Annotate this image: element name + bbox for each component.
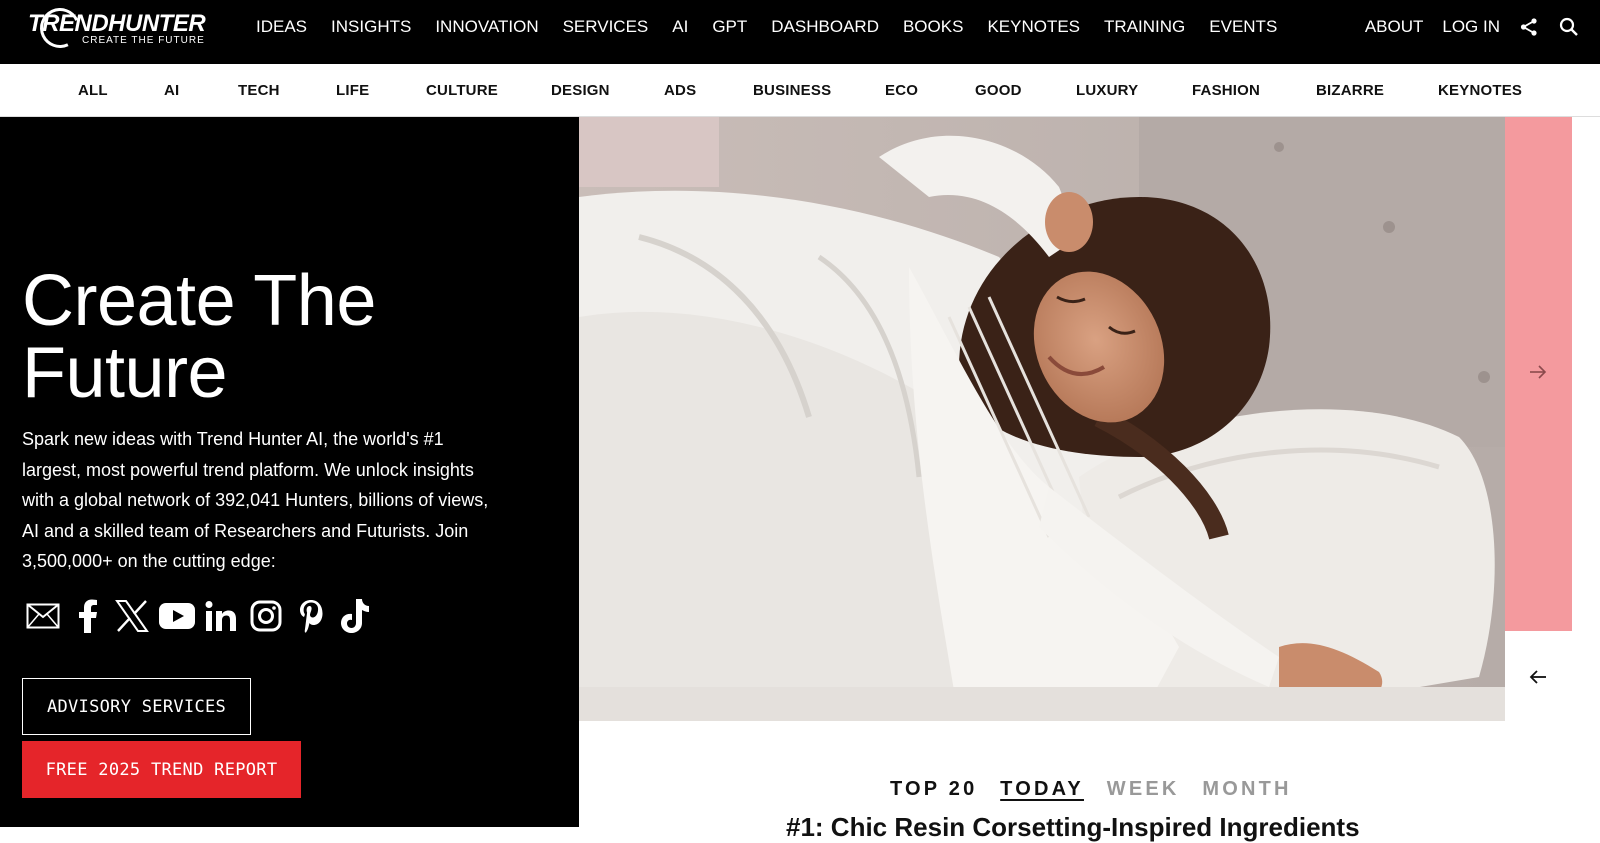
category-good[interactable]: GOOD [975, 82, 1022, 99]
tab-today[interactable]: TODAY [1000, 778, 1084, 800]
category-culture[interactable]: CULTURE [426, 82, 498, 99]
tab-week[interactable]: WEEK [1107, 778, 1180, 800]
menu-keynotes[interactable]: KEYNOTES [987, 17, 1080, 37]
social-links [24, 596, 381, 636]
category-eco[interactable]: ECO [885, 82, 918, 99]
page-margin [1572, 117, 1600, 827]
logo-tagline: CREATE THE FUTURE [82, 35, 205, 46]
category-design[interactable]: DESIGN [551, 82, 610, 99]
main-menu: IDEAS INSIGHTS INNOVATION SERVICES AI GP… [256, 0, 1301, 54]
top-navigation: TRENDHUNTER CREATE THE FUTURE IDEAS INSI… [0, 0, 1600, 64]
menu-events[interactable]: EVENTS [1209, 17, 1277, 37]
arrow-left-icon[interactable] [1529, 669, 1547, 690]
category-keynotes[interactable]: KEYNOTES [1438, 82, 1522, 99]
pinterest-icon[interactable] [292, 596, 330, 636]
top20-headline[interactable]: #1: Chic Resin Corsetting-Inspired Ingre… [786, 812, 1360, 843]
hero-panel: Create The Future Spark new ideas with T… [0, 117, 579, 827]
menu-insights[interactable]: INSIGHTS [331, 17, 411, 37]
share-icon[interactable] [1518, 16, 1540, 38]
category-life[interactable]: LIFE [336, 82, 369, 99]
search-icon[interactable] [1558, 16, 1580, 38]
carousel-next-panel[interactable] [1505, 117, 1572, 631]
advisory-services-button[interactable]: ADVISORY SERVICES [22, 678, 251, 735]
tiktok-icon[interactable] [336, 596, 374, 636]
category-all[interactable]: ALL [78, 82, 108, 99]
x-icon[interactable] [113, 596, 151, 636]
menu-about[interactable]: ABOUT [1365, 17, 1424, 37]
menu-training[interactable]: TRAINING [1104, 17, 1185, 37]
menu-gpt[interactable]: GPT [712, 17, 747, 37]
menu-ai[interactable]: AI [672, 17, 688, 37]
top20-tabs: TOP 20 TODAY WEEK MONTH [890, 778, 1306, 801]
category-bizarre[interactable]: BIZARRE [1316, 82, 1384, 99]
carousel-prev-panel[interactable] [1505, 631, 1572, 721]
linkedin-icon[interactable] [202, 596, 240, 636]
logo-wordmark: TRENDHUNTER [28, 10, 206, 37]
category-fashion[interactable]: FASHION [1192, 82, 1260, 99]
category-tech[interactable]: TECH [238, 82, 280, 99]
category-ads[interactable]: ADS [664, 82, 696, 99]
free-trend-report-button[interactable]: FREE 2025 TREND REPORT [22, 741, 301, 798]
email-icon[interactable] [24, 596, 62, 636]
menu-ideas[interactable]: IDEAS [256, 17, 307, 37]
instagram-icon[interactable] [247, 596, 285, 636]
trendhunter-logo[interactable]: TRENDHUNTER CREATE THE FUTURE [28, 2, 206, 54]
right-menu: ABOUT LOG IN [1346, 0, 1580, 54]
woman-in-bed-photo [579, 117, 1505, 721]
youtube-icon[interactable] [158, 596, 196, 636]
hero-title: Create The Future [22, 265, 542, 409]
hero-title-line2: Future [22, 333, 228, 413]
top20-label: TOP 20 [890, 778, 978, 800]
category-luxury[interactable]: LUXURY [1076, 82, 1138, 99]
facebook-icon[interactable] [69, 596, 107, 636]
menu-services[interactable]: SERVICES [563, 17, 649, 37]
category-bar: ALL AI TECH LIFE CULTURE DESIGN ADS BUSI… [0, 64, 1600, 117]
tab-month[interactable]: MONTH [1202, 778, 1291, 800]
menu-books[interactable]: BOOKS [903, 17, 963, 37]
hero-description: Spark new ideas with Trend Hunter AI, th… [22, 429, 489, 571]
menu-login[interactable]: LOG IN [1442, 17, 1500, 37]
menu-dashboard[interactable]: DASHBOARD [771, 17, 879, 37]
category-ai[interactable]: AI [164, 82, 179, 99]
menu-innovation[interactable]: INNOVATION [435, 17, 538, 37]
arrow-right-icon[interactable] [1529, 364, 1547, 385]
hero-image[interactable] [579, 117, 1505, 721]
hero-title-line1: Create The [22, 261, 376, 341]
category-business[interactable]: BUSINESS [753, 82, 831, 99]
